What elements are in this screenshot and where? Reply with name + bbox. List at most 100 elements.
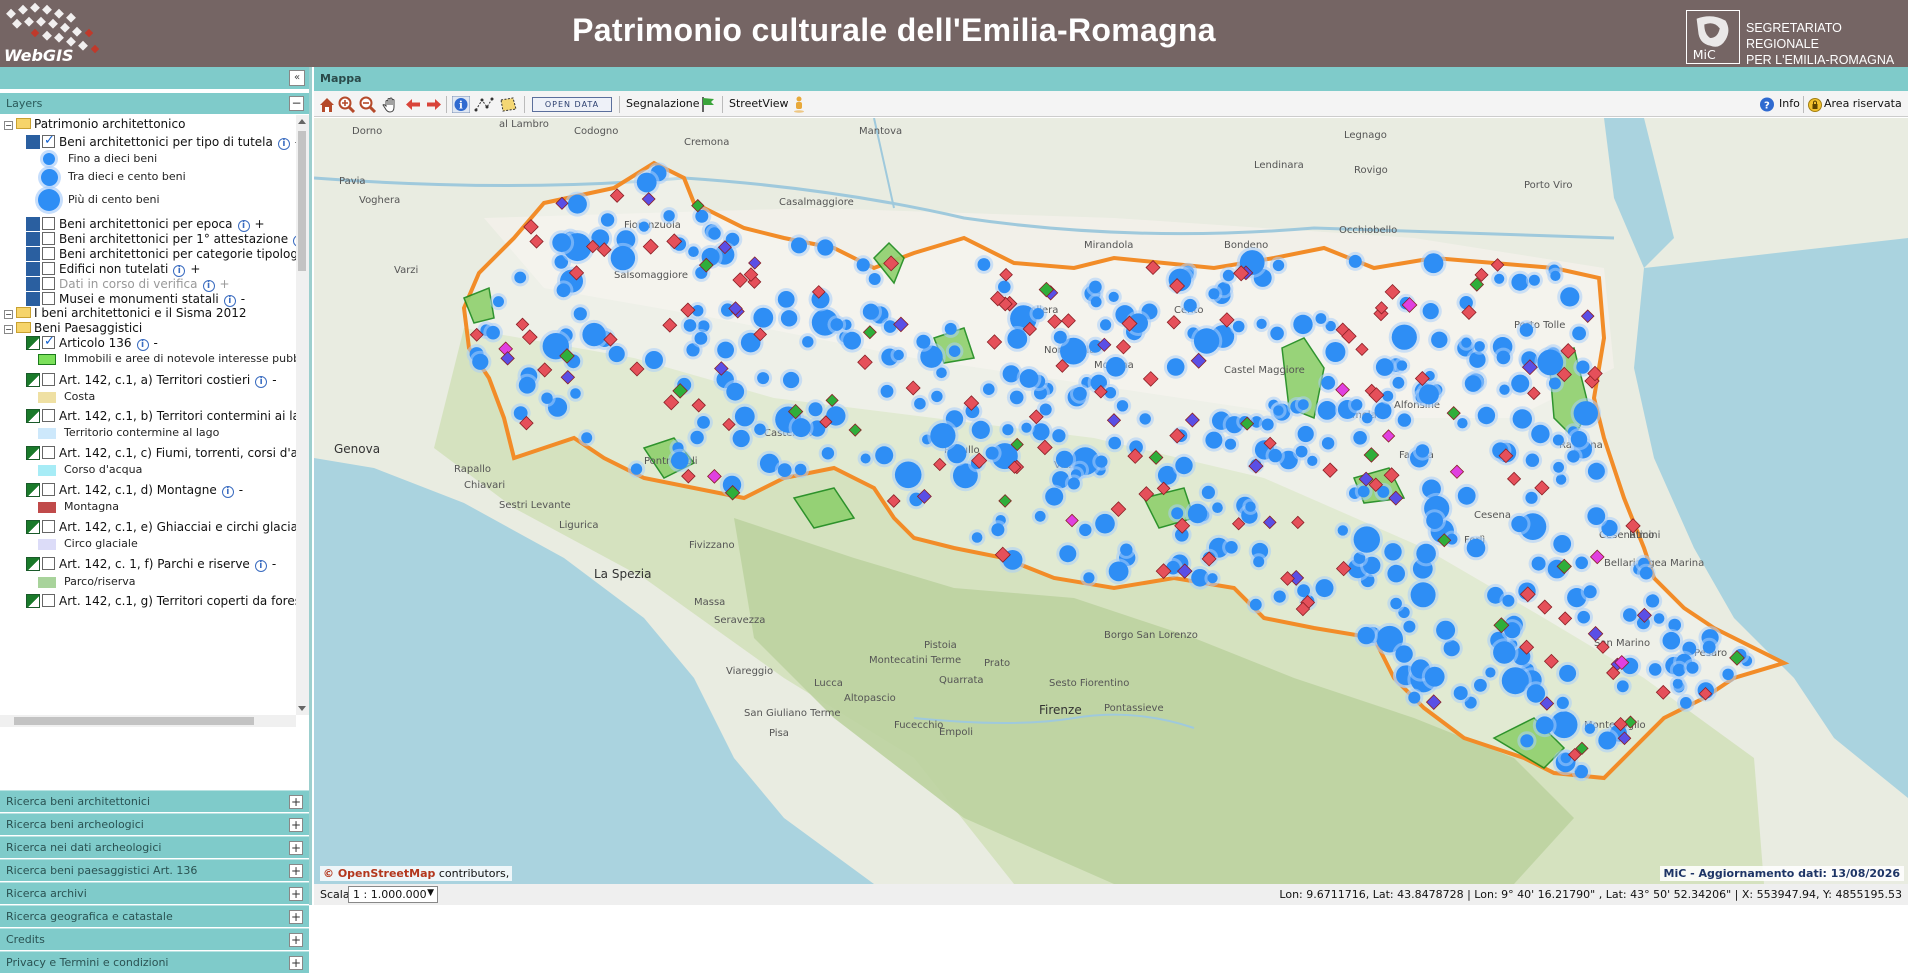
heritage-cluster-marker[interactable] bbox=[1559, 664, 1577, 682]
layer-item[interactable]: Art. 142, c.1, b) Territori contermini a… bbox=[26, 407, 296, 425]
heritage-cluster-marker[interactable] bbox=[1108, 561, 1129, 582]
heritage-cluster-marker[interactable] bbox=[1553, 461, 1564, 473]
heritage-cluster-marker[interactable] bbox=[726, 382, 745, 401]
heritage-cluster-marker[interactable] bbox=[1519, 323, 1534, 337]
measure-line-icon[interactable] bbox=[474, 96, 494, 113]
heritage-cluster-marker[interactable] bbox=[1100, 319, 1112, 331]
heritage-cluster-marker[interactable] bbox=[1293, 314, 1313, 335]
accordion-section[interactable]: Credits + bbox=[0, 928, 309, 950]
layer-checkbox[interactable] bbox=[42, 446, 55, 459]
heritage-cluster-marker[interactable] bbox=[1474, 341, 1485, 352]
heritage-cluster-marker[interactable] bbox=[552, 233, 572, 252]
osm-link[interactable]: © OpenStreetMap bbox=[323, 867, 435, 880]
heritage-cluster-marker[interactable] bbox=[1576, 360, 1590, 374]
layer-tree-hscrollbar[interactable] bbox=[0, 715, 296, 727]
heritage-cluster-marker[interactable] bbox=[556, 283, 571, 298]
heritage-cluster-marker[interactable] bbox=[1090, 296, 1102, 308]
heritage-cluster-marker[interactable] bbox=[856, 258, 870, 272]
heritage-cluster-marker[interactable] bbox=[991, 523, 1005, 537]
heritage-cluster-marker[interactable] bbox=[777, 291, 795, 308]
heritage-cluster-marker[interactable] bbox=[1106, 357, 1126, 377]
layer-tree-scrollbar[interactable] bbox=[296, 115, 309, 715]
heritage-cluster-marker[interactable] bbox=[567, 194, 587, 214]
expand-legend-toggle[interactable]: - bbox=[154, 336, 158, 350]
heritage-cluster-marker[interactable] bbox=[875, 446, 894, 465]
accordion-section[interactable]: Ricerca beni paesaggistici Art. 136 + bbox=[0, 859, 309, 881]
heritage-cluster-marker[interactable] bbox=[486, 325, 500, 340]
heritage-cluster-marker[interactable] bbox=[472, 353, 489, 370]
heritage-cluster-marker[interactable] bbox=[1575, 556, 1588, 570]
heritage-cluster-marker[interactable] bbox=[1722, 668, 1734, 680]
heritage-cluster-marker[interactable] bbox=[1662, 631, 1681, 650]
heritage-cluster-marker[interactable] bbox=[1256, 318, 1267, 329]
heritage-cluster-marker[interactable] bbox=[1139, 413, 1151, 425]
layer-checkbox[interactable] bbox=[42, 409, 55, 422]
expand-plus-icon[interactable]: + bbox=[289, 841, 303, 855]
heritage-cluster-marker[interactable] bbox=[780, 310, 798, 327]
heritage-cluster-marker[interactable] bbox=[754, 423, 766, 436]
heritage-cluster-marker[interactable] bbox=[777, 463, 792, 477]
heritage-cluster-marker[interactable] bbox=[1646, 594, 1660, 608]
back-arrow-icon[interactable] bbox=[404, 96, 422, 113]
heritage-cluster-marker[interactable] bbox=[1205, 431, 1223, 449]
heritage-cluster-marker[interactable] bbox=[1587, 507, 1606, 525]
heritage-cluster-marker[interactable] bbox=[1494, 273, 1505, 284]
heritage-cluster-marker[interactable] bbox=[1502, 594, 1515, 607]
heritage-cluster-marker[interactable] bbox=[1453, 686, 1468, 701]
heritage-cluster-marker[interactable] bbox=[1426, 512, 1443, 529]
heritage-cluster-marker[interactable] bbox=[1422, 303, 1439, 320]
heritage-cluster-marker[interactable] bbox=[1526, 684, 1546, 703]
heritage-cluster-marker[interactable] bbox=[1528, 274, 1540, 286]
heritage-cluster-marker[interactable] bbox=[1374, 402, 1392, 420]
heritage-cluster-marker[interactable] bbox=[1672, 663, 1686, 677]
heritage-cluster-marker[interactable] bbox=[862, 303, 880, 320]
heritage-cluster-marker[interactable] bbox=[1268, 448, 1282, 463]
heritage-cluster-marker[interactable] bbox=[1297, 399, 1309, 410]
heritage-cluster-marker[interactable] bbox=[1361, 412, 1373, 424]
heritage-cluster-marker[interactable] bbox=[1009, 390, 1024, 405]
heritage-cluster-marker[interactable] bbox=[732, 429, 750, 448]
heritage-cluster-marker[interactable] bbox=[1073, 386, 1087, 401]
heritage-cluster-marker[interactable] bbox=[1166, 358, 1185, 376]
heritage-cluster-marker[interactable] bbox=[1321, 437, 1335, 450]
heritage-cluster-marker[interactable] bbox=[1391, 324, 1417, 350]
heritage-cluster-marker[interactable] bbox=[1403, 620, 1416, 633]
scroll-up-arrow-icon[interactable] bbox=[298, 119, 306, 124]
heritage-cluster-marker[interactable] bbox=[914, 397, 926, 410]
pegman-icon[interactable] bbox=[792, 96, 806, 113]
heritage-cluster-marker[interactable] bbox=[1598, 731, 1617, 750]
heritage-cluster-marker[interactable] bbox=[791, 418, 811, 438]
heritage-cluster-marker[interactable] bbox=[1390, 597, 1402, 610]
heritage-cluster-marker[interactable] bbox=[1059, 545, 1077, 563]
collapse-sidebar-button[interactable]: « bbox=[289, 70, 305, 86]
heritage-cluster-marker[interactable] bbox=[1382, 390, 1394, 402]
heritage-cluster-marker[interactable] bbox=[880, 384, 894, 398]
heritage-cluster-marker[interactable] bbox=[1337, 525, 1348, 536]
map-svg[interactable]: Dorno al Lambro Codogno Mantova Pavia Cremona… bbox=[314, 118, 1908, 884]
heritage-cluster-marker[interactable] bbox=[1550, 270, 1561, 281]
expand-toggle-icon[interactable]: − bbox=[4, 310, 13, 319]
heritage-cluster-marker[interactable] bbox=[1261, 418, 1274, 431]
heritage-cluster-marker[interactable] bbox=[1201, 485, 1215, 499]
layer-checkbox[interactable] bbox=[42, 217, 55, 230]
accordion-section[interactable]: Ricerca beni archeologici + bbox=[0, 813, 309, 835]
heritage-cluster-marker[interactable] bbox=[830, 318, 844, 331]
heritage-cluster-marker[interactable] bbox=[791, 237, 807, 254]
expand-toggle-icon[interactable]: − bbox=[4, 121, 13, 130]
measure-area-icon[interactable] bbox=[498, 96, 518, 113]
heritage-cluster-marker[interactable] bbox=[931, 390, 943, 403]
heritage-cluster-marker[interactable] bbox=[610, 245, 636, 271]
heritage-cluster-marker[interactable] bbox=[1499, 384, 1510, 395]
heritage-cluster-marker[interactable] bbox=[1116, 400, 1129, 412]
accordion-section[interactable]: Ricerca archivi + bbox=[0, 882, 309, 904]
heritage-cluster-marker[interactable] bbox=[1616, 680, 1629, 693]
expand-plus-icon[interactable]: + bbox=[289, 818, 303, 832]
heritage-cluster-marker[interactable] bbox=[1531, 556, 1546, 571]
scroll-down-arrow-icon[interactable] bbox=[298, 706, 306, 711]
heritage-cluster-marker[interactable] bbox=[868, 273, 881, 285]
heritage-cluster-marker[interactable] bbox=[1392, 376, 1405, 389]
flag-icon[interactable] bbox=[700, 96, 716, 113]
heritage-cluster-marker[interactable] bbox=[518, 376, 536, 394]
heritage-cluster-marker[interactable] bbox=[753, 307, 774, 328]
heritage-cluster-marker[interactable] bbox=[1348, 254, 1362, 268]
